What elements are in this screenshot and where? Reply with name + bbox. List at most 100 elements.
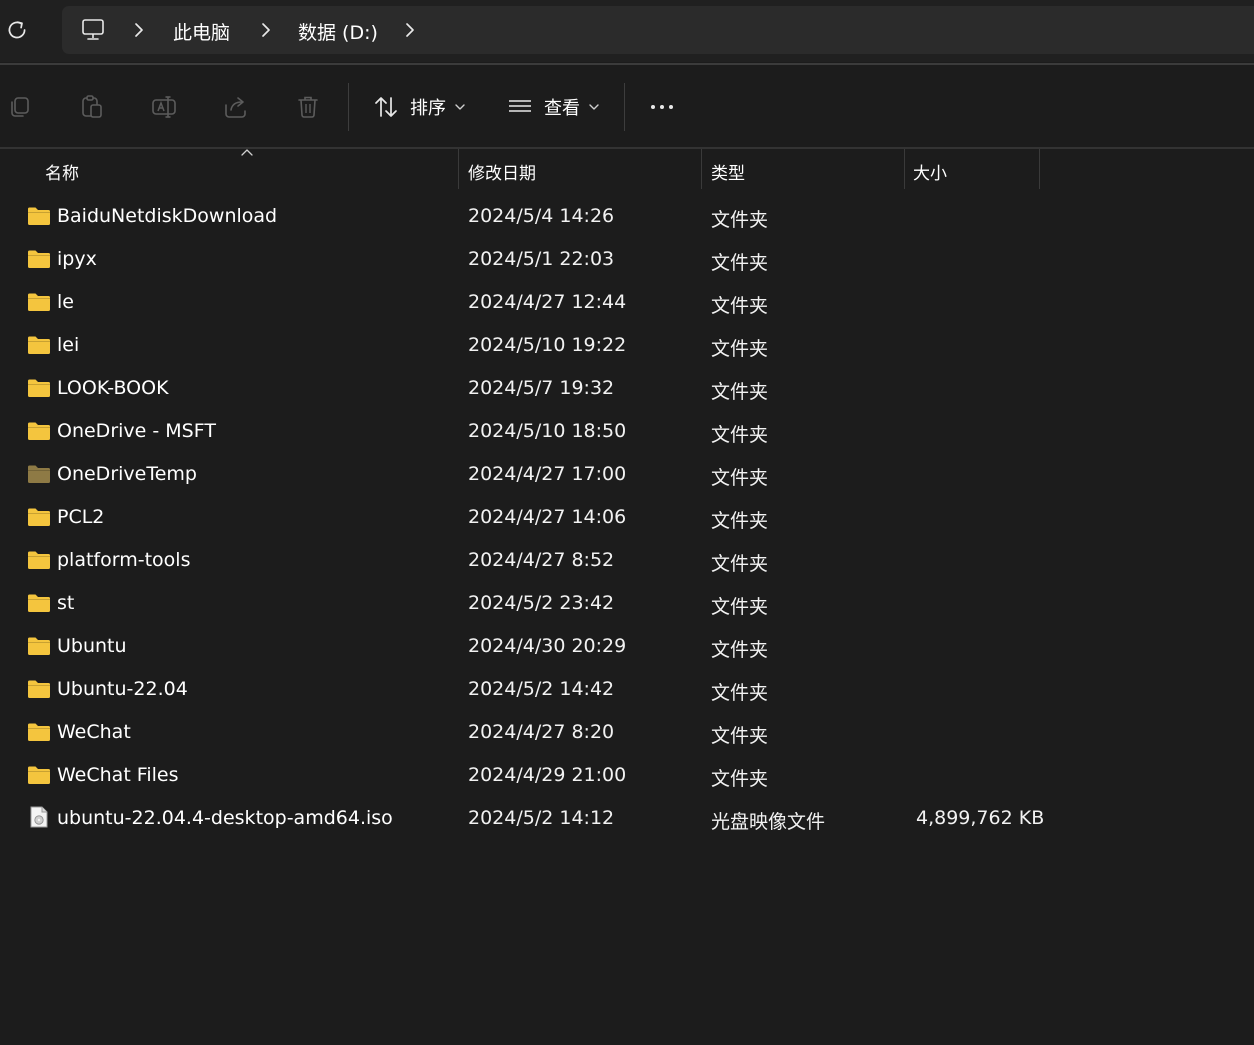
rename-icon[interactable] <box>150 93 178 121</box>
file-type: 文件夹 <box>711 639 769 661</box>
computer-icon[interactable] <box>80 17 106 43</box>
file-name: BaiduNetdiskDownload <box>57 205 278 227</box>
chevron-right-icon[interactable] <box>403 22 417 38</box>
file-name: lei <box>57 334 80 356</box>
file-type: 文件夹 <box>711 338 769 360</box>
sort-ascending-icon <box>241 149 253 156</box>
folder-icon <box>27 765 51 785</box>
file-row[interactable]: PCL2 2024/4/27 14:06 文件夹 <box>0 496 1254 539</box>
command-bar: 排序 查看 <box>0 65 1254 147</box>
view-button[interactable]: 查看 <box>506 91 600 123</box>
file-modified: 2024/5/2 14:42 <box>468 678 615 700</box>
file-name: st <box>57 592 75 614</box>
file-name: ubuntu-22.04.4-desktop-amd64.iso <box>57 807 393 829</box>
copy-icon[interactable] <box>6 93 34 121</box>
file-name: platform-tools <box>57 549 191 571</box>
column-divider[interactable] <box>701 149 702 189</box>
file-row[interactable]: BaiduNetdiskDownload 2024/5/4 14:26 文件夹 <box>0 195 1254 238</box>
sort-icon <box>375 97 397 117</box>
file-row[interactable]: OneDriveTemp 2024/4/27 17:00 文件夹 <box>0 453 1254 496</box>
toolbar-separator <box>348 83 349 131</box>
sort-label: 排序 <box>410 98 446 119</box>
paste-icon[interactable] <box>78 93 106 121</box>
file-name: PCL2 <box>57 506 105 528</box>
file-name: OneDriveTemp <box>57 463 197 485</box>
file-modified: 2024/4/29 21:00 <box>468 764 627 786</box>
file-type: 文件夹 <box>711 725 769 747</box>
file-modified: 2024/5/2 23:42 <box>468 592 615 614</box>
delete-icon[interactable] <box>294 93 322 121</box>
sort-button[interactable]: 排序 <box>372 91 466 123</box>
file-row[interactable]: ipyx 2024/5/1 22:03 文件夹 <box>0 238 1254 281</box>
file-row[interactable]: LOOK-BOOK 2024/5/7 19:32 文件夹 <box>0 367 1254 410</box>
file-type: 文件夹 <box>711 424 769 446</box>
file-modified: 2024/4/27 14:06 <box>468 506 627 528</box>
disc-image-icon <box>27 806 51 828</box>
breadcrumb-this-pc[interactable]: 此电脑 <box>173 18 230 45</box>
file-row[interactable]: st 2024/5/2 23:42 文件夹 <box>0 582 1254 625</box>
column-divider[interactable] <box>904 149 905 189</box>
folder-icon <box>27 636 51 656</box>
view-label: 查看 <box>544 98 580 119</box>
file-row[interactable]: OneDrive - MSFT 2024/5/10 18:50 文件夹 <box>0 410 1254 453</box>
file-type: 文件夹 <box>711 295 769 317</box>
file-modified: 2024/4/27 12:44 <box>468 291 627 313</box>
column-name[interactable]: 名称 <box>45 159 79 184</box>
list-view-icon <box>509 100 531 112</box>
file-modified: 2024/5/4 14:26 <box>468 205 615 227</box>
more-icon <box>651 105 673 109</box>
address-box[interactable]: 此电脑 数据 (D:) <box>62 6 1254 54</box>
column-type[interactable]: 类型 <box>711 159 745 184</box>
share-icon[interactable] <box>222 93 250 121</box>
folder-icon <box>27 421 51 441</box>
file-modified: 2024/4/27 17:00 <box>468 463 627 485</box>
file-modified: 2024/5/1 22:03 <box>468 248 615 270</box>
file-type: 光盘映像文件 <box>711 811 826 833</box>
toolbar-separator <box>624 83 625 131</box>
file-name: le <box>57 291 74 313</box>
file-modified: 2024/5/10 18:50 <box>468 420 627 442</box>
file-row[interactable]: WeChat Files 2024/4/29 21:00 文件夹 <box>0 754 1254 797</box>
file-name: LOOK-BOOK <box>57 377 169 399</box>
file-type: 文件夹 <box>711 596 769 618</box>
folder-hidden-icon <box>27 464 51 484</box>
column-modified[interactable]: 修改日期 <box>468 159 536 184</box>
folder-icon <box>27 722 51 742</box>
column-header: 名称 修改日期 类型 大小 <box>0 149 1254 189</box>
file-name: WeChat Files <box>57 764 179 786</box>
chevron-down-icon <box>589 104 599 110</box>
chevron-right-icon[interactable] <box>259 22 273 38</box>
file-type: 文件夹 <box>711 768 769 790</box>
column-divider[interactable] <box>1039 149 1040 189</box>
folder-icon <box>27 679 51 699</box>
file-row[interactable]: lei 2024/5/10 19:22 文件夹 <box>0 324 1254 367</box>
column-size[interactable]: 大小 <box>913 159 947 184</box>
file-row[interactable]: le 2024/4/27 12:44 文件夹 <box>0 281 1254 324</box>
folder-icon <box>27 292 51 312</box>
file-row[interactable]: platform-tools 2024/4/27 8:52 文件夹 <box>0 539 1254 582</box>
more-options-button[interactable] <box>648 91 676 123</box>
refresh-icon[interactable] <box>4 17 30 43</box>
file-type: 文件夹 <box>711 252 769 274</box>
file-name: ipyx <box>57 248 97 270</box>
file-row[interactable]: Ubuntu-22.04 2024/5/2 14:42 文件夹 <box>0 668 1254 711</box>
chevron-down-icon <box>455 104 465 110</box>
file-name: WeChat <box>57 721 131 743</box>
file-row[interactable]: ubuntu-22.04.4-desktop-amd64.iso 2024/5/… <box>0 797 1254 840</box>
chevron-right-icon[interactable] <box>132 22 146 38</box>
address-bar-row: 此电脑 数据 (D:) <box>0 0 1254 62</box>
folder-icon <box>27 249 51 269</box>
folder-icon <box>27 507 51 527</box>
breadcrumb-drive-d[interactable]: 数据 (D:) <box>298 18 378 45</box>
file-modified: 2024/4/27 8:20 <box>468 721 615 743</box>
file-type: 文件夹 <box>711 381 769 403</box>
file-type: 文件夹 <box>711 467 769 489</box>
file-name: OneDrive - MSFT <box>57 420 216 442</box>
file-modified: 2024/4/30 20:29 <box>468 635 627 657</box>
file-row[interactable]: WeChat 2024/4/27 8:20 文件夹 <box>0 711 1254 754</box>
file-row[interactable]: Ubuntu 2024/4/30 20:29 文件夹 <box>0 625 1254 668</box>
column-divider[interactable] <box>458 149 459 189</box>
file-modified: 2024/5/2 14:12 <box>468 807 615 829</box>
file-size: 4,899,762 KB <box>916 807 1045 829</box>
file-type: 文件夹 <box>711 553 769 575</box>
